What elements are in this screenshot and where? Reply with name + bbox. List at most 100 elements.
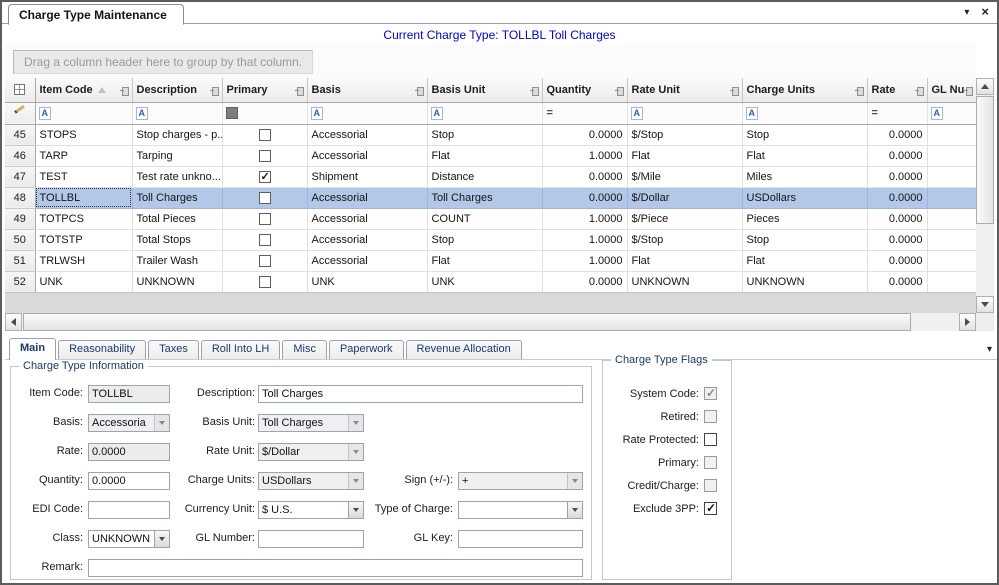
grid-cell[interactable] [927,250,976,271]
column-header-rate-unit[interactable]: Rate Unit [627,78,742,102]
grid-row[interactable]: 47 TEST Test rate unkno... Shipment Dist… [5,166,976,187]
tab-taxes[interactable]: Taxes [148,340,199,359]
pin-icon[interactable] [730,86,739,95]
row-selector[interactable]: 52 [5,271,35,292]
grid-cell[interactable]: Total Pieces [132,208,222,229]
primary-checkbox[interactable] [259,213,271,225]
column-header-primary[interactable]: Primary [222,78,307,102]
primary-checkbox[interactable] [259,150,271,162]
filter-cell[interactable] [222,102,307,124]
grid-cell[interactable]: 1.0000 [542,145,627,166]
tab-paperwork[interactable]: Paperwork [329,340,404,359]
grid-cell[interactable]: $/Piece [627,208,742,229]
grid-cell[interactable]: UNKNOWN [627,271,742,292]
primary-checkbox[interactable] [259,276,271,288]
column-header-basis[interactable]: Basis [307,78,427,102]
grid-cell[interactable]: 0.0000 [867,124,927,145]
filter-cell[interactable]: = [542,102,627,124]
pin-icon[interactable] [855,86,864,95]
tab-list-dropdown-icon[interactable]: ▾ [987,344,992,355]
grid-cell[interactable]: 0.0000 [867,271,927,292]
grid-cell[interactable]: Miles [742,166,867,187]
type-of-charge-combo[interactable] [458,501,583,519]
text-filter-icon[interactable]: A [39,107,52,120]
pin-icon[interactable] [915,86,924,95]
pin-icon[interactable] [530,86,539,95]
grid-cell[interactable]: Flat [427,145,542,166]
exclude-3pp-checkbox[interactable] [704,502,717,515]
grid-cell[interactable]: TEST [35,166,132,187]
grid-cell[interactable]: Accessorial [307,229,427,250]
grid-cell[interactable]: 0.0000 [867,187,927,208]
grid-cell[interactable]: Accessorial [307,124,427,145]
grid-row[interactable]: 45 STOPS Stop charges - p... Accessorial… [5,124,976,145]
tab-charge-type-maintenance[interactable]: Charge Type Maintenance [8,4,184,25]
filter-cell[interactable]: A [927,102,976,124]
grid-cell[interactable] [222,271,307,292]
window-menu-dropdown-icon[interactable]: ▾ [964,7,969,18]
grid-cell[interactable]: UNKNOWN [742,271,867,292]
grid-cell[interactable] [222,229,307,250]
scroll-left-button[interactable] [5,313,22,331]
grid-cell[interactable]: Flat [742,145,867,166]
grid-cell[interactable]: Distance [427,166,542,187]
quantity-field[interactable] [88,472,170,490]
filter-cell[interactable]: A [627,102,742,124]
filter-cell[interactable]: A [35,102,132,124]
grid-cell[interactable]: Stop [427,124,542,145]
row-selector[interactable]: 49 [5,208,35,229]
vertical-scrollbar[interactable] [976,78,994,313]
grid-cell[interactable] [222,124,307,145]
grid-cell[interactable]: Stop [427,229,542,250]
grid-cell[interactable]: Accessorial [307,208,427,229]
column-header-rate[interactable]: Rate [867,78,927,102]
grid-cell[interactable]: 0.0000 [867,208,927,229]
grid-cell[interactable]: Pieces [742,208,867,229]
grid-cell[interactable]: Flat [627,145,742,166]
numeric-filter-icon[interactable]: = [546,107,553,119]
grid-cell[interactable]: $/Stop [627,124,742,145]
row-selector[interactable]: 51 [5,250,35,271]
grid-cell[interactable]: Stop [742,229,867,250]
grid-cell[interactable] [927,145,976,166]
filter-cell[interactable]: A [132,102,222,124]
text-filter-icon[interactable]: A [136,107,149,120]
grid-cell[interactable]: Total Stops [132,229,222,250]
grid-cell[interactable]: 0.0000 [542,124,627,145]
column-header-charge-units[interactable]: Charge Units [742,78,867,102]
pin-icon[interactable] [210,86,219,95]
filter-cell[interactable]: = [867,102,927,124]
grid-cell[interactable]: 0.0000 [867,166,927,187]
primary-checkbox[interactable] [259,255,271,267]
grid-cell[interactable]: USDollars [742,187,867,208]
grid-cell[interactable]: Stop [742,124,867,145]
grid-row-selected[interactable]: 48 TOLLBL Toll Charges Accessorial Toll … [5,187,976,208]
column-header-basis-unit[interactable]: Basis Unit [427,78,542,102]
grid-cell[interactable]: 0.0000 [867,250,927,271]
class-combo[interactable]: UNKNOWN [88,530,170,548]
text-filter-icon[interactable]: A [431,107,444,120]
grid-cell[interactable]: Flat [427,250,542,271]
grid-cell[interactable]: Flat [627,250,742,271]
scroll-down-button[interactable] [976,296,994,313]
grid-cell[interactable]: Shipment [307,166,427,187]
grid-cell[interactable]: Toll Charges [132,187,222,208]
pin-icon[interactable] [415,86,424,95]
grid-cell[interactable] [927,166,976,187]
grid-cell[interactable]: UNK [35,271,132,292]
pin-icon[interactable] [615,86,624,95]
tab-reasonability[interactable]: Reasonability [58,340,146,359]
grid-cell[interactable]: TARP [35,145,132,166]
scroll-right-button[interactable] [959,313,976,331]
grid-cell[interactable]: 0.0000 [867,229,927,250]
grid-cell[interactable] [927,229,976,250]
row-selector[interactable]: 47 [5,166,35,187]
grid-cell[interactable]: Test rate unkno... [132,166,222,187]
filter-cell[interactable]: A [307,102,427,124]
text-filter-icon[interactable]: A [746,107,759,120]
rate-protected-checkbox[interactable] [704,433,717,446]
primary-filter-checkbox[interactable] [226,107,238,119]
filter-cell[interactable]: A [427,102,542,124]
grid-cell[interactable] [927,271,976,292]
grid-row[interactable]: 49 TOTPCS Total Pieces Accessorial COUNT… [5,208,976,229]
